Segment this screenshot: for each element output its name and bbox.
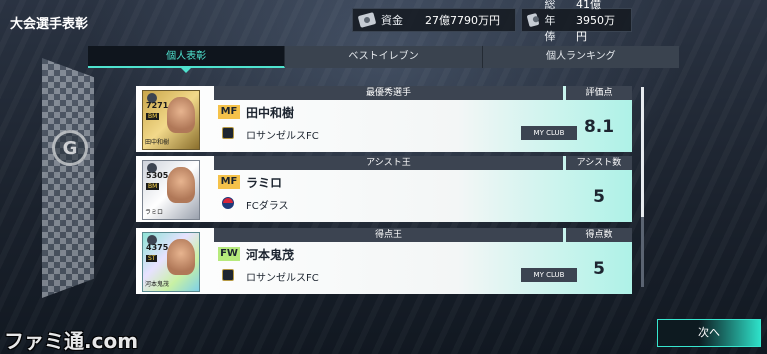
player-card-rating: 5305 xyxy=(146,171,169,180)
award-card-mvp[interactable]: 7271 BM 田中和樹 最優秀選手 評価点 MF 田中和樹 ロサンゼルスFC … xyxy=(136,86,632,152)
stat-title: 得点数 xyxy=(566,228,632,242)
stat-value: 8.1 xyxy=(583,117,615,137)
club-crest-icon xyxy=(222,197,234,209)
stat-value: 5 xyxy=(593,187,605,207)
salary-value: 41億3950万円 xyxy=(576,0,616,43)
award-title: 得点王 xyxy=(214,228,563,242)
salary-label: 総年俸 xyxy=(544,0,556,43)
player-name: 河本鬼茂 xyxy=(246,248,295,262)
player-card-name: 河本鬼茂 xyxy=(145,281,170,288)
player-portrait xyxy=(167,239,195,275)
tab-best-eleven[interactable]: ベストイレブン xyxy=(285,46,483,68)
scrollbar-thumb[interactable] xyxy=(641,87,644,217)
player-card-rating: 4375 xyxy=(146,243,169,252)
stat-value: 5 xyxy=(593,259,605,279)
player-portrait xyxy=(167,97,195,133)
player-card-image: 4375 ST 河本鬼茂 xyxy=(142,232,200,292)
club-name: ロサンゼルスFC xyxy=(246,131,319,142)
club-name: ロサンゼルスFC xyxy=(246,273,319,284)
player-card-badge: ST xyxy=(146,255,158,262)
salary-display: 総年俸 41億3950万円 xyxy=(521,0,632,43)
stat-title: アシスト数 xyxy=(566,156,632,170)
page-title: 大会選手表彰 xyxy=(10,17,89,32)
tab-bar: 個人表彰 ベストイレブン 個人ランキング xyxy=(88,46,679,73)
player-card-name: ラミロ xyxy=(145,209,164,216)
position-badge: MF xyxy=(218,175,240,189)
player-portrait xyxy=(167,167,195,203)
player-card-name: 田中和樹 xyxy=(145,139,170,146)
league-logo-icon: G xyxy=(52,130,88,166)
player-name: 田中和樹 xyxy=(246,106,295,120)
player-card-badge: BM xyxy=(146,113,160,120)
watermark-logo: ファミ通.com xyxy=(4,329,139,353)
player-card-rating: 7271 xyxy=(146,101,169,110)
player-card-image: 5305 BM ラミロ xyxy=(142,160,200,220)
player-name: ラミロ xyxy=(246,176,283,190)
tab-individual-awards[interactable]: 個人表彰 xyxy=(88,46,286,73)
tab-individual-ranking[interactable]: 個人ランキング xyxy=(483,46,679,68)
next-button[interactable]: 次へ xyxy=(657,319,761,347)
player-card-badge: BM xyxy=(146,183,160,190)
stat-title: 評価点 xyxy=(566,86,632,100)
money-icon xyxy=(357,12,377,28)
club-crest-icon xyxy=(222,127,234,139)
award-title: アシスト王 xyxy=(214,156,563,170)
position-badge: MF xyxy=(218,105,240,119)
funds-label: 資金 xyxy=(381,14,403,27)
position-badge: FW xyxy=(218,247,240,261)
money-icon xyxy=(526,12,540,28)
award-title: 最優秀選手 xyxy=(214,86,563,100)
award-card-assist-king[interactable]: 5305 BM ラミロ アシスト王 アシスト数 MF ラミロ FCダラス 5 xyxy=(136,156,632,222)
funds-value: 27億7790万円 xyxy=(425,14,500,27)
player-card-image: 7271 BM 田中和樹 xyxy=(142,90,200,150)
funds-display: 資金 27億7790万円 xyxy=(352,8,516,32)
checkered-flag-decoration xyxy=(42,58,94,298)
club-crest-icon xyxy=(222,269,234,281)
club-name: FCダラス xyxy=(246,201,289,212)
award-card-top-scorer[interactable]: 4375 ST 河本鬼茂 得点王 得点数 FW 河本鬼茂 ロサンゼルスFC MY… xyxy=(136,228,632,294)
